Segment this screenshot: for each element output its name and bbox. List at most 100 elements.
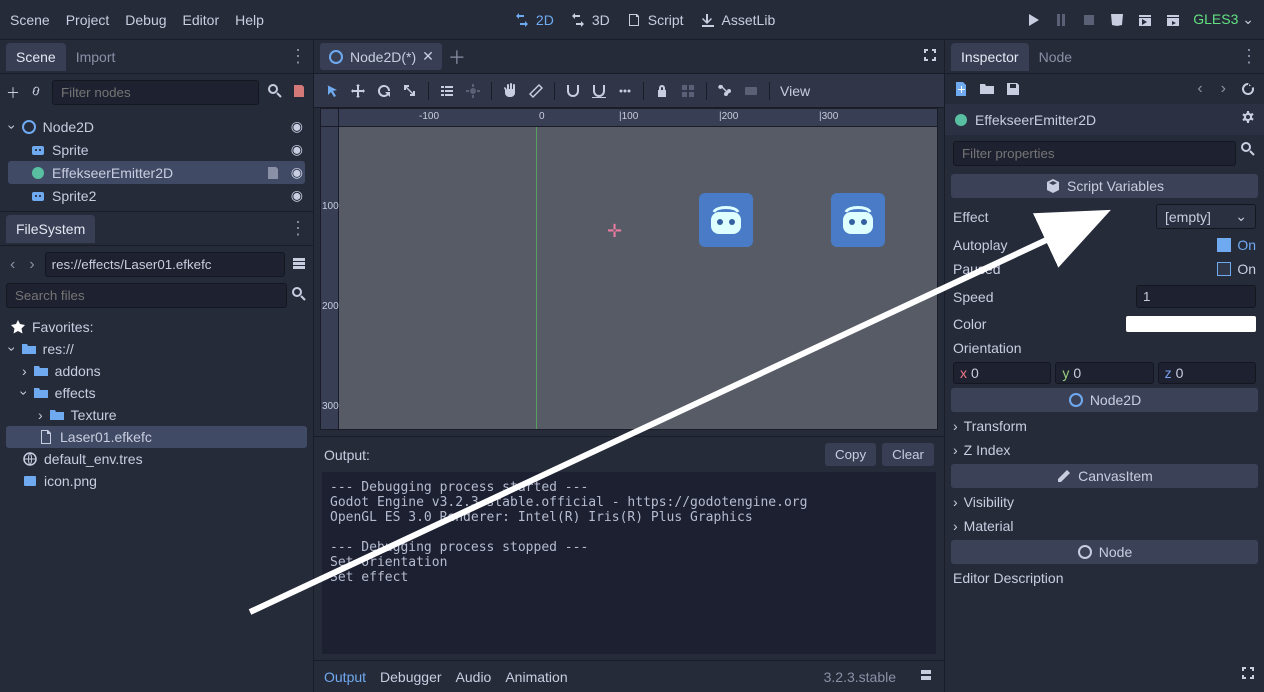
paused-checkbox[interactable] [1217, 262, 1231, 276]
file-defaultenv[interactable]: default_env.tres [6, 448, 307, 470]
search-icon[interactable] [1240, 141, 1256, 166]
favorites-row[interactable]: Favorites: [6, 316, 307, 338]
stop-icon[interactable] [1081, 12, 1097, 28]
folder-root[interactable]: res:// [6, 338, 307, 360]
add-node-icon[interactable]: ＋ [6, 83, 20, 103]
node-root[interactable]: Node2D ◉ [8, 115, 305, 138]
tab-import[interactable]: Import [66, 43, 126, 71]
tab-filesystem[interactable]: FileSystem [6, 215, 95, 243]
bone-icon[interactable] [717, 83, 733, 99]
visibility-section[interactable]: Visibility [945, 490, 1264, 514]
search-icon[interactable] [291, 286, 307, 305]
folder-addons[interactable]: addons [6, 360, 307, 382]
distraction-free-icon[interactable] [922, 47, 938, 66]
animation-icon[interactable] [743, 83, 759, 99]
orientation-z[interactable]: z0 [1158, 362, 1256, 384]
visibility-icon[interactable]: ◉ [291, 164, 303, 181]
html5-icon[interactable] [1109, 12, 1125, 28]
renderer-dropdown[interactable]: GLES3 ⌄ [1193, 11, 1254, 28]
node-emitter[interactable]: EffekseerEmitter2D ◉ [8, 161, 305, 184]
view-menu[interactable]: View [780, 83, 810, 99]
scale-tool-icon[interactable] [402, 83, 418, 99]
node-sprite[interactable]: Sprite ◉ [8, 138, 305, 161]
view-mode-icon[interactable] [291, 255, 307, 274]
panel-menu-icon[interactable]: ⋮ [1240, 46, 1258, 67]
list-tool-icon[interactable] [439, 83, 455, 99]
output-log[interactable]: --- Debugging process started --- Godot … [322, 472, 936, 654]
fullscreen-icon[interactable] [1240, 668, 1256, 684]
effect-dropdown[interactable]: [empty]⌄ [1156, 204, 1256, 229]
add-tab-icon[interactable]: ＋ [448, 44, 466, 70]
snap-icon[interactable] [565, 83, 581, 99]
lock-icon[interactable] [654, 83, 670, 99]
menu-scene[interactable]: Scene [10, 12, 50, 28]
orientation-y[interactable]: y0 [1055, 362, 1153, 384]
select-tool-icon[interactable] [324, 83, 340, 99]
tab-assetlib[interactable]: AssetLib [700, 12, 776, 28]
search-icon[interactable] [267, 83, 283, 102]
output-copy-button[interactable]: Copy [825, 443, 876, 466]
expand-icon[interactable] [22, 363, 27, 379]
file-icon-png[interactable]: icon.png [6, 470, 307, 492]
color-picker[interactable] [1126, 316, 1256, 332]
output-clear-button[interactable]: Clear [882, 443, 934, 466]
tab-inspector[interactable]: Inspector [951, 43, 1029, 71]
filter-properties-input[interactable] [953, 141, 1236, 166]
file-laser[interactable]: Laser01.efkefc [6, 426, 307, 448]
script-indicator-icon[interactable] [265, 165, 281, 181]
rotate-tool-icon[interactable] [376, 83, 392, 99]
tab-node[interactable]: Node [1029, 43, 1082, 71]
nav-back-icon[interactable]: ‹ [6, 256, 19, 274]
visibility-icon[interactable]: ◉ [291, 187, 303, 204]
panel-menu-icon[interactable]: ⋮ [289, 46, 307, 67]
pan-tool-icon[interactable] [502, 83, 518, 99]
group-icon[interactable] [680, 83, 696, 99]
close-tab-icon[interactable]: ✕ [422, 48, 434, 65]
custom-play-icon[interactable] [1165, 12, 1181, 28]
visibility-icon[interactable]: ◉ [291, 141, 303, 158]
autoplay-checkbox[interactable] [1217, 238, 1231, 252]
new-resource-icon[interactable] [953, 81, 969, 97]
tab-script[interactable]: Script [626, 12, 684, 28]
tab-2d[interactable]: 2D [514, 12, 554, 28]
menu-project[interactable]: Project [66, 12, 110, 28]
snap-grid-icon[interactable] [591, 83, 607, 99]
expand-icon[interactable] [10, 119, 15, 135]
bottom-tab-animation[interactable]: Animation [505, 669, 567, 685]
settings-icon[interactable] [1240, 110, 1256, 129]
bottom-tab-audio[interactable]: Audio [456, 669, 492, 685]
folder-effects[interactable]: effects [6, 382, 307, 404]
scene-play-icon[interactable] [1137, 12, 1153, 28]
canvas-viewport[interactable]: -100 0 |100 |200 |300 100 200 300 − 100 … [320, 108, 938, 430]
node-sprite2[interactable]: Sprite2 ◉ [8, 184, 305, 207]
node-section-header[interactable]: Node [951, 540, 1258, 564]
history-icon[interactable] [1240, 81, 1256, 97]
expand-icon[interactable] [10, 341, 15, 357]
sprite-instance-2[interactable] [831, 193, 885, 247]
origin-marker[interactable]: ✛ [607, 221, 622, 242]
marker-tool-icon[interactable] [465, 83, 481, 99]
pause-icon[interactable] [1053, 12, 1069, 28]
menu-help[interactable]: Help [235, 12, 264, 28]
expand-icon[interactable] [38, 407, 43, 423]
panel-menu-icon[interactable]: ⋮ [289, 218, 307, 239]
expand-icon[interactable] [22, 385, 27, 401]
search-files-input[interactable] [6, 283, 287, 308]
filter-nodes-input[interactable] [52, 80, 259, 105]
zindex-section[interactable]: Z Index [945, 438, 1264, 462]
script-variables-header[interactable]: Script Variables [951, 174, 1258, 198]
attach-script-icon[interactable] [291, 83, 307, 102]
tab-scene[interactable]: Scene [6, 43, 66, 71]
node2d-section-header[interactable]: Node2D [951, 388, 1258, 412]
play-icon[interactable] [1025, 12, 1041, 28]
menu-debug[interactable]: Debug [125, 12, 166, 28]
ruler-tool-icon[interactable] [528, 83, 544, 99]
path-input[interactable] [45, 252, 285, 277]
material-section[interactable]: Material [945, 514, 1264, 538]
layout-toggle-icon[interactable] [918, 667, 934, 686]
history-back-icon[interactable]: ‹ [1193, 80, 1206, 98]
tab-3d[interactable]: 3D [570, 12, 610, 28]
speed-input[interactable] [1136, 285, 1256, 308]
bottom-tab-debugger[interactable]: Debugger [380, 669, 442, 685]
menu-editor[interactable]: Editor [183, 12, 220, 28]
